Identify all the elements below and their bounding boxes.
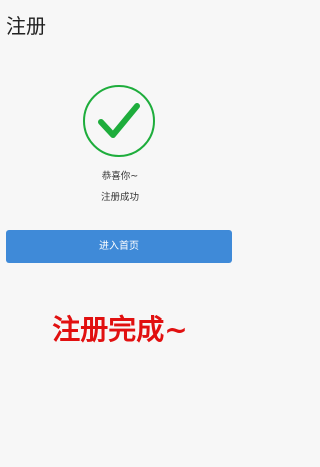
- check-circle-icon: [83, 85, 155, 157]
- header-bar: 注册: [0, 0, 240, 52]
- enter-home-button[interactable]: 进入首页: [6, 230, 232, 263]
- registration-complete-caption: 注册完成~: [52, 313, 188, 346]
- page-title: 注册: [6, 14, 46, 38]
- registration-success-text: 注册成功: [100, 192, 139, 203]
- congrats-text: 恭喜你~: [101, 171, 139, 182]
